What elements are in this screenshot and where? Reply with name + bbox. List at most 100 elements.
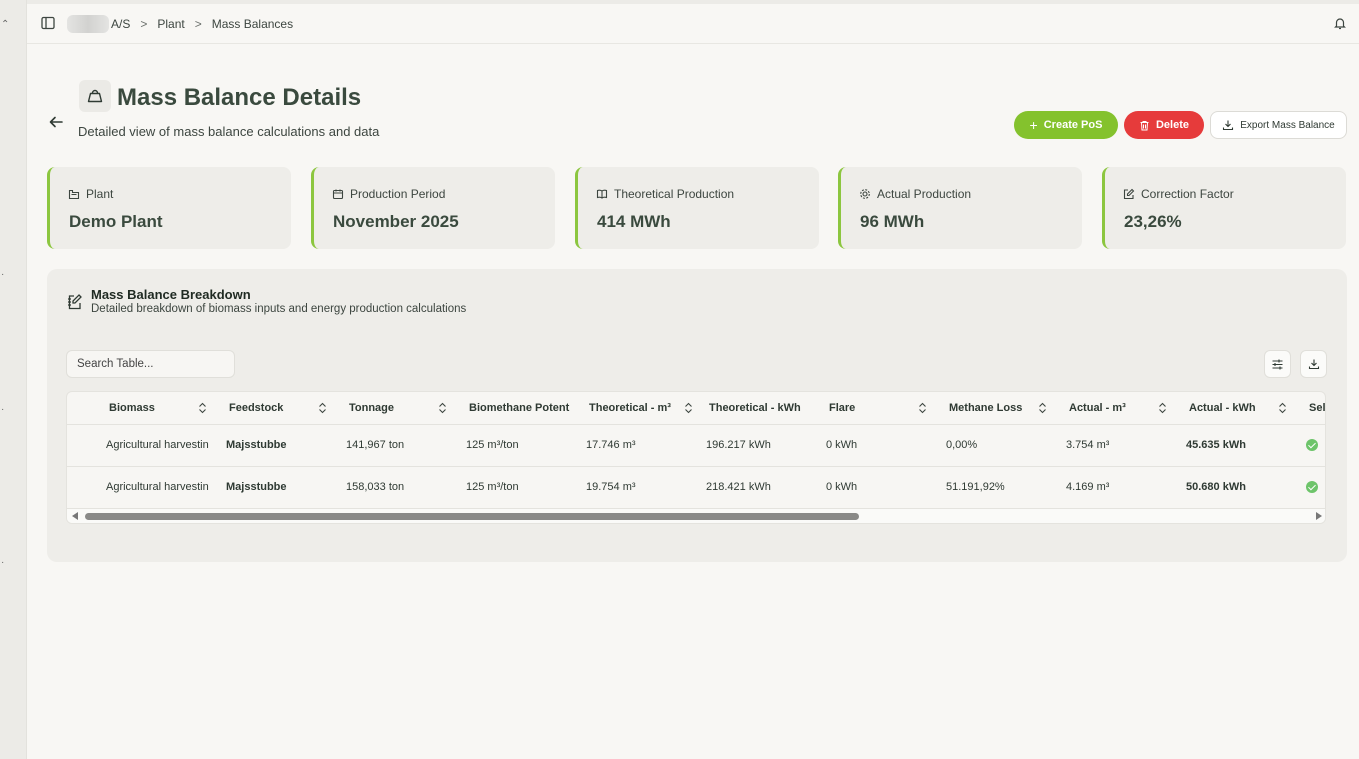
book-icon xyxy=(596,189,608,199)
top-bar: A/S > Plant > Mass Balances xyxy=(27,4,1359,44)
card-label: Correction Factor xyxy=(1141,187,1234,201)
column-header[interactable]: Tonnage xyxy=(349,402,394,414)
column-header[interactable]: Methane Loss xyxy=(949,402,1022,414)
breakdown-title: Mass Balance Breakdown xyxy=(91,287,251,302)
card-value: 414 MWh xyxy=(597,212,671,231)
gear-icon xyxy=(860,189,870,199)
cell-biomass: Agricultural harvestin xyxy=(106,439,209,451)
search-table-input[interactable]: Search Table... xyxy=(66,350,235,378)
card-theoretical-production: Theoretical Production 414 MWh xyxy=(575,167,819,249)
horizontal-scrollbar[interactable] xyxy=(67,509,1325,523)
card-label-row: Correction Factor xyxy=(1123,187,1234,201)
sort-icon[interactable] xyxy=(438,402,447,414)
column-settings-button[interactable] xyxy=(1264,350,1291,378)
breadcrumb-org[interactable]: A/S xyxy=(111,17,130,31)
cell-actual-kwh: 45.635 kWh xyxy=(1186,439,1246,451)
column-header[interactable]: Flare xyxy=(829,402,855,414)
breadcrumb: A/S > Plant > Mass Balances xyxy=(67,15,293,33)
sort-icon[interactable] xyxy=(198,402,207,414)
column-header[interactable]: Sel xyxy=(1309,402,1325,414)
column-header[interactable]: Biomethane Potent xyxy=(469,402,573,414)
cell-tonnage: 158,033 ton xyxy=(346,481,405,493)
sort-icon[interactable] xyxy=(918,402,927,414)
sidebar-toggle-icon[interactable] xyxy=(41,16,55,30)
download-icon xyxy=(1223,120,1234,131)
card-value: 23,26% xyxy=(1124,212,1182,231)
app-side-rail: ⌃ · · · xyxy=(0,0,27,759)
rail-mark: · xyxy=(1,269,5,280)
table-header: Biomass Feedstock Tonnage Biomethane Pot… xyxy=(67,392,1325,425)
chevron-right-icon: > xyxy=(194,17,202,31)
card-label-row: Plant xyxy=(68,187,113,201)
calendar-icon xyxy=(332,189,344,200)
page-subtitle: Detailed view of mass balance calculatio… xyxy=(78,124,380,139)
table-row[interactable]: Agricultural harvestin Majsstubbe 141,96… xyxy=(67,425,1325,467)
column-header[interactable]: Feedstock xyxy=(229,402,283,414)
cell-theoretical-m3: 17.746 m³ xyxy=(586,439,636,451)
column-header[interactable]: Actual - kWh xyxy=(1189,402,1256,414)
cell-methane-loss: 0,00% xyxy=(946,439,978,451)
export-mass-balance-button[interactable]: Export Mass Balance xyxy=(1210,111,1347,139)
check-circle-icon[interactable] xyxy=(1306,439,1318,451)
page-title: Mass Balance Details xyxy=(117,84,362,111)
main-content: A/S > Plant > Mass Balances Mass Balance… xyxy=(27,0,1359,759)
sliders-icon xyxy=(1272,359,1283,369)
cell-biomethane-potential: 125 m³/ton xyxy=(466,481,519,493)
cell-actual-kwh: 50.680 kWh xyxy=(1186,481,1246,493)
redacted-org-name xyxy=(67,15,109,33)
scroll-right-icon[interactable] xyxy=(1316,512,1322,520)
bell-icon[interactable] xyxy=(1333,16,1347,30)
card-label: Theoretical Production xyxy=(614,187,735,201)
sort-icon[interactable] xyxy=(318,402,327,414)
card-label-row: Actual Production xyxy=(859,187,971,201)
trash-icon xyxy=(1140,120,1149,130)
sort-icon[interactable] xyxy=(1278,402,1287,414)
cell-flare: 0 kWh xyxy=(826,439,858,451)
rail-mark: · xyxy=(1,557,5,568)
create-pos-label: Create PoS xyxy=(1043,119,1103,131)
card-value: 96 MWh xyxy=(860,212,925,231)
cell-flare: 0 kWh xyxy=(826,481,858,493)
building-icon xyxy=(68,189,80,200)
create-pos-button[interactable]: + Create PoS xyxy=(1014,111,1118,139)
card-production-period: Production Period November 2025 xyxy=(311,167,555,249)
cell-actual-m3: 4.169 m³ xyxy=(1066,481,1110,493)
table-row[interactable]: Agricultural harvestin Majsstubbe 158,03… xyxy=(67,467,1325,509)
cell-biomethane-potential: 125 m³/ton xyxy=(466,439,519,451)
sort-icon[interactable] xyxy=(1158,402,1167,414)
cell-tonnage: 141,967 ton xyxy=(346,439,405,451)
cell-biomass: Agricultural harvestin xyxy=(106,481,209,493)
chevron-right-icon: > xyxy=(140,17,148,31)
sort-icon[interactable] xyxy=(1038,402,1047,414)
column-header[interactable]: Theoretical - kWh xyxy=(709,402,801,414)
mass-balance-breakdown-panel: Mass Balance Breakdown Detailed breakdow… xyxy=(47,269,1347,562)
cell-theoretical-m3: 19.754 m³ xyxy=(586,481,636,493)
card-label: Actual Production xyxy=(877,187,972,201)
breadcrumb-plant[interactable]: Plant xyxy=(157,17,184,31)
download-table-button[interactable] xyxy=(1300,350,1327,378)
scrollbar-thumb[interactable] xyxy=(85,513,859,520)
card-label-row: Production Period xyxy=(332,187,445,201)
column-header[interactable]: Theoretical - m³ xyxy=(589,402,671,414)
plus-icon: + xyxy=(1029,117,1038,133)
rail-mark: · xyxy=(1,404,5,415)
card-value: Demo Plant xyxy=(69,212,163,231)
card-label: Production Period xyxy=(350,187,446,201)
check-circle-icon[interactable] xyxy=(1306,481,1318,493)
card-label-row: Theoretical Production xyxy=(596,187,734,201)
delete-button[interactable]: Delete xyxy=(1124,111,1204,139)
collapse-icon[interactable]: ⌃ xyxy=(1,20,9,30)
back-arrow-icon[interactable] xyxy=(48,114,64,130)
scroll-left-icon[interactable] xyxy=(72,512,78,520)
cell-theoretical-kwh: 218.421 kWh xyxy=(706,481,771,493)
column-header[interactable]: Biomass xyxy=(109,402,155,414)
card-actual-production: Actual Production 96 MWh xyxy=(838,167,1082,249)
breakdown-table: Biomass Feedstock Tonnage Biomethane Pot… xyxy=(66,391,1326,524)
sort-icon[interactable] xyxy=(684,402,693,414)
download-icon xyxy=(1308,359,1319,370)
breakdown-subtitle: Detailed breakdown of biomass inputs and… xyxy=(91,303,467,315)
notebook-edit-icon xyxy=(68,294,82,310)
cell-feedstock: Majsstubbe xyxy=(226,481,287,493)
breadcrumb-current: Mass Balances xyxy=(211,17,294,31)
column-header[interactable]: Actual - m³ xyxy=(1069,402,1126,414)
